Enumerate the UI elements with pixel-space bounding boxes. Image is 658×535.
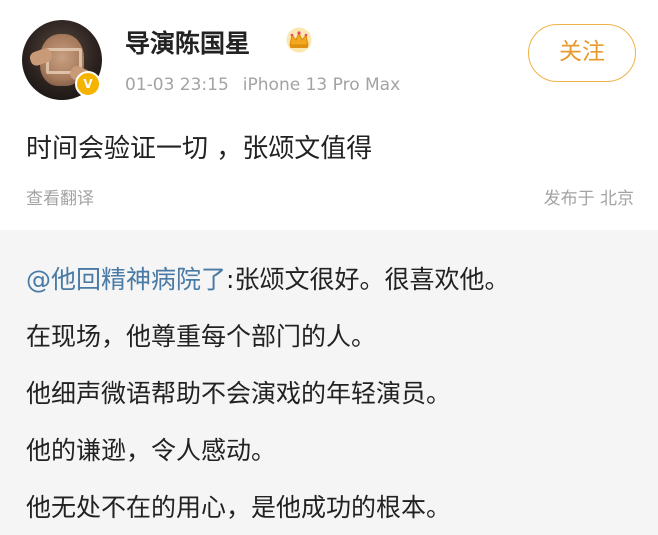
repost-line: 在现场，他尊重每个部门的人。 (26, 322, 377, 351)
author-name[interactable]: 导演陈国星 (125, 24, 250, 60)
post-content: 时间会验证一切 ，张颂文值得 (26, 134, 373, 164)
post-time: 01-03 23:15 (125, 75, 229, 95)
repost-line-text: :张颂文很好。很喜欢他。 (226, 265, 510, 294)
repost-line: 他无处不在的用心，是他成功的根本。 (26, 493, 452, 522)
repost-line: @他回精神病院了:张颂文很好。很喜欢他。 (26, 260, 509, 296)
reposted-content[interactable]: @他回精神病院了:张颂文很好。很喜欢他。 在现场，他尊重每个部门的人。 他细声微… (0, 230, 658, 535)
user-mention-link[interactable]: @他回精神病院了 (26, 265, 226, 294)
post-location: 发布于 北京 (543, 189, 634, 209)
post-device: iPhone 13 Pro Max (242, 75, 401, 95)
crown-icon (286, 27, 312, 53)
repost-line: 他细声微语帮助不会演戏的年轻演员。 (26, 379, 452, 408)
verified-badge-icon: V (75, 71, 101, 97)
weibo-post: V 导演陈国星 01-03 23:15 iPhone 13 Pro Max 关注 … (0, 0, 658, 230)
follow-button[interactable]: 关注 (528, 24, 636, 82)
post-meta: 01-03 23:15 iPhone 13 Pro Max (125, 75, 400, 95)
translate-link[interactable]: 查看翻译 (26, 184, 94, 209)
repost-line: 他的谦逊，令人感动。 (26, 436, 277, 465)
